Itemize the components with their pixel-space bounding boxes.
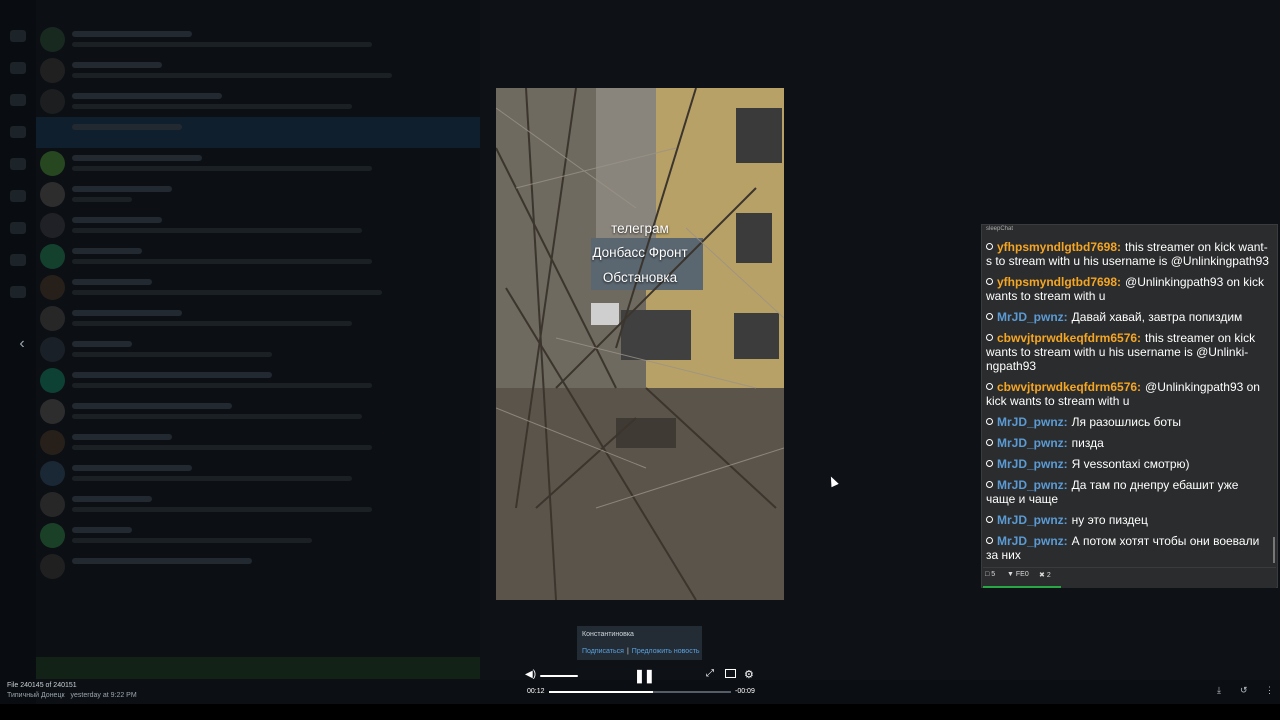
- message-badge-icon: [986, 278, 993, 285]
- chat-overlay-footer: □ 5 ▼ FE0 ✖ 2: [983, 567, 1276, 588]
- chat-message: cbwvjtprwdkeqfdrm6576: @Unlinkingpath93 o…: [986, 380, 1270, 408]
- video-controls: ◀) ❚❚ ⤢ ⚙ 00:12 -00:09: [518, 666, 762, 700]
- file-date[interactable]: yesterday at 9:22 PM: [71, 692, 137, 699]
- message-badge-icon: [986, 481, 993, 488]
- chat-message: MrJD_pwnz: Да там по днепру ебашит уже ча…: [986, 478, 1270, 506]
- chat-message: MrJD_pwnz: ну это пиздец: [986, 513, 1270, 527]
- caption-separator: |: [626, 648, 629, 655]
- rotate-icon[interactable]: ↺: [1240, 685, 1248, 696]
- chat-text: пизда: [1071, 436, 1104, 450]
- chat-username[interactable]: MrJD_pwnz:: [997, 534, 1068, 548]
- bottom-strip: [0, 704, 1280, 720]
- message-badge-icon: [986, 516, 993, 523]
- chat-overlay: sleepChat yfhpsmyndlgtbd7698: this stream…: [981, 224, 1278, 588]
- seek-progress: [549, 691, 653, 693]
- join-bar: [36, 657, 480, 679]
- settings-icon[interactable]: ⚙: [744, 668, 754, 681]
- chat-text: Я vessontaxi смотрю): [1071, 457, 1190, 471]
- subscribe-link[interactable]: Подписаться: [582, 648, 624, 655]
- chat-message: MrJD_pwnz: Я vessontaxi смотрю): [986, 457, 1270, 471]
- chat-username[interactable]: MrJD_pwnz:: [997, 478, 1068, 492]
- file-sender[interactable]: Типичный Донецк: [7, 692, 65, 699]
- file-info: File 240145 of 240151 Типичный Донецк yes…: [7, 681, 143, 701]
- caption-channel: Константиновка: [582, 631, 634, 638]
- media-caption: Константиновка Подписаться | Предложить но…: [577, 626, 702, 660]
- chat-username[interactable]: MrJD_pwnz:: [997, 310, 1068, 324]
- video-overlay-line-1: телеграм: [611, 221, 669, 236]
- message-badge-icon: [986, 313, 993, 320]
- message-badge-icon: [986, 383, 993, 390]
- chat-username[interactable]: cbwvjtprwdkeqfdrm6576:: [997, 380, 1141, 394]
- chat-username[interactable]: yfhpsmyndlgtbd7698:: [997, 275, 1121, 289]
- seek-bar[interactable]: [549, 691, 731, 693]
- message-badge-icon: [986, 418, 993, 425]
- chat-username[interactable]: cbwvjtprwdkeqfdrm6576:: [997, 331, 1141, 345]
- message-badge-icon: [986, 243, 993, 250]
- chat-username[interactable]: MrJD_pwnz:: [997, 513, 1068, 527]
- chat-message: yfhpsmyndlgtbd7698: this streamer on kick…: [986, 240, 1270, 268]
- file-counter: File 240145 of 240151: [7, 682, 77, 689]
- chat-message: MrJD_pwnz: Ля разошлись боты: [986, 415, 1270, 429]
- chat-count-2: ▼ FE0: [1007, 571, 1029, 578]
- chat-username[interactable]: yfhpsmyndlgtbd7698:: [997, 240, 1121, 254]
- pause-button[interactable]: ❚❚: [634, 668, 655, 684]
- chat-text: ну это пиздец: [1071, 513, 1148, 527]
- chat-message: MrJD_pwnz: Давай хавай, завтра попиздим: [986, 310, 1270, 324]
- chat-count-3: ✖ 2: [1039, 572, 1051, 579]
- chat-overlay-header: sleepChat: [982, 225, 1277, 238]
- download-icon[interactable]: ⤓: [1217, 685, 1221, 696]
- video-player[interactable]: телеграм Донбасс Фронт Обстановка: [496, 88, 784, 600]
- chat-text: Ля разошлись боты: [1071, 415, 1181, 429]
- video-frame: [496, 88, 784, 600]
- chat-message: yfhpsmyndlgtbd7698: @Unlinkingpath93 on k…: [986, 275, 1270, 303]
- volume-slider[interactable]: [540, 675, 578, 677]
- message-badge-icon: [986, 460, 993, 467]
- chat-overlay-title: sleepChat: [986, 226, 1014, 232]
- picture-in-picture-icon[interactable]: [725, 669, 736, 678]
- chat-username[interactable]: MrJD_pwnz:: [997, 457, 1068, 471]
- more-icon[interactable]: ⋮: [1265, 685, 1274, 696]
- chat-username[interactable]: MrJD_pwnz:: [997, 436, 1068, 450]
- chat-message: MrJD_pwnz: А потом хотят чтобы они воевал…: [986, 534, 1270, 562]
- message-badge-icon: [986, 439, 993, 446]
- chat-text: Давай хавай, завтра попиздим: [1071, 310, 1243, 324]
- chat-message: cbwvjtprwdkeqfdrm6576: this streamer on k…: [986, 331, 1270, 373]
- chat-username[interactable]: MrJD_pwnz:: [997, 415, 1068, 429]
- suggest-news-link[interactable]: Предложить новость: [632, 648, 700, 655]
- chat-status-bar: [983, 586, 1061, 588]
- message-badge-icon: [986, 334, 993, 341]
- remaining-time: -00:09: [735, 688, 755, 695]
- fullscreen-icon[interactable]: ⤢: [706, 668, 714, 679]
- chat-scrollbar[interactable]: [1273, 537, 1275, 563]
- previous-media-icon[interactable]: ‹: [14, 335, 30, 353]
- chat-list: [36, 0, 480, 704]
- volume-icon[interactable]: ◀): [525, 669, 536, 680]
- chat-count-1: □ 5: [985, 571, 996, 578]
- video-overlay-line-3: Обстановка: [602, 270, 678, 285]
- current-time: 00:12: [527, 688, 545, 695]
- chat-message: MrJD_pwnz: пизда: [986, 436, 1270, 450]
- message-badge-icon: [986, 537, 993, 544]
- chat-messages: yfhpsmyndlgtbd7698: this streamer on kick…: [986, 240, 1270, 569]
- video-overlay-line-2: Донбасс Фронт: [592, 245, 688, 260]
